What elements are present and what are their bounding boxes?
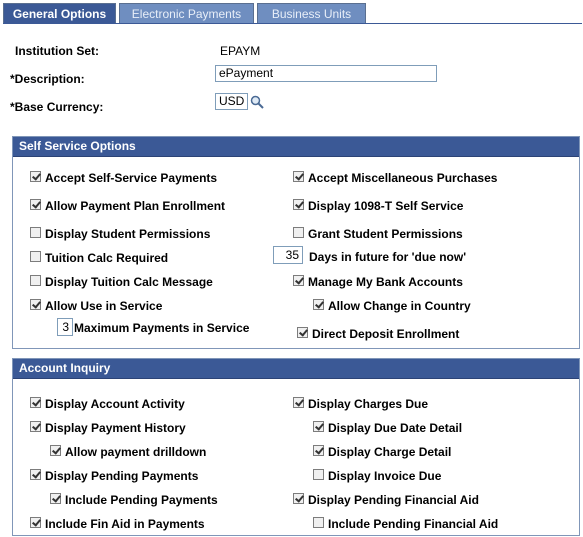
base-currency-label: *Base Currency: — [10, 100, 104, 114]
checkbox-label: Include Pending Financial Aid — [328, 516, 499, 531]
direct-deposit-enrollment[interactable]: Direct Deposit Enrollment — [297, 326, 459, 342]
checkbox-label: Display Student Permissions — [45, 226, 211, 241]
display-due-date-detail[interactable]: Display Due Date Detail — [313, 420, 462, 436]
checkbox[interactable] — [313, 421, 324, 433]
checkbox[interactable] — [30, 421, 41, 433]
display-student-permissions[interactable]: Display Student Permissions — [30, 226, 210, 242]
grant-student-permissions[interactable]: Grant Student Permissions — [293, 226, 463, 242]
accept-self-service-payments[interactable]: Accept Self-Service Payments — [30, 170, 217, 186]
checkbox-label: Display Due Date Detail — [328, 420, 463, 435]
days-future-label: Days in future for 'due now' — [309, 250, 467, 264]
checkbox[interactable] — [30, 199, 41, 211]
checkbox-label: Grant Student Permissions — [308, 226, 463, 241]
checkbox-label: Allow Change in Country — [328, 298, 471, 313]
include-pending-payments[interactable]: Include Pending Payments — [50, 492, 218, 508]
checkbox[interactable] — [293, 227, 304, 239]
display-account-activity[interactable]: Display Account Activity — [30, 396, 185, 412]
checkbox[interactable] — [293, 493, 304, 505]
max-payments-field[interactable]: 3 — [57, 318, 73, 336]
allow-use-in-service[interactable]: Allow Use in Service — [30, 298, 162, 314]
checkbox-label: Direct Deposit Enrollment — [312, 326, 460, 341]
display-tuition-calc-message[interactable]: Display Tuition Calc Message — [30, 274, 213, 290]
tab-divider — [3, 23, 582, 24]
max-payments-label: Maximum Payments in Service — [74, 321, 250, 335]
checkbox[interactable] — [50, 493, 61, 505]
checkbox-label: Display Pending Payments — [45, 468, 199, 483]
display-pending-payments[interactable]: Display Pending Payments — [30, 468, 198, 484]
checkbox[interactable] — [293, 199, 304, 211]
checkbox-label: Allow Use in Service — [45, 298, 163, 313]
checkbox-label: Tuition Calc Required — [45, 250, 169, 265]
checkbox[interactable] — [313, 445, 324, 457]
tab-business-units[interactable]: Business Units — [257, 3, 366, 23]
checkbox-label: Display Charges Due — [308, 396, 429, 411]
checkbox-label: Display Account Activity — [45, 396, 185, 411]
days-future-field[interactable]: 35 — [273, 246, 303, 264]
checkbox[interactable] — [313, 517, 324, 529]
account-inquiry-title: Account Inquiry — [13, 359, 579, 379]
checkbox-label: Accept Self-Service Payments — [45, 170, 218, 185]
manage-my-bank-accounts[interactable]: Manage My Bank Accounts — [293, 274, 463, 290]
checkbox-label: Accept Miscellaneous Purchases — [308, 170, 498, 185]
checkbox-label: Display 1098-T Self Service — [308, 198, 464, 213]
allow-change-in-country[interactable]: Allow Change in Country — [313, 298, 471, 314]
checkbox[interactable] — [50, 445, 61, 457]
description-field[interactable]: ePayment — [215, 65, 437, 82]
institution-set-label: Institution Set: — [15, 44, 99, 58]
checkbox[interactable] — [313, 469, 324, 481]
tab-electronic-payments[interactable]: Electronic Payments — [119, 3, 254, 23]
display-1098t-self-service[interactable]: Display 1098-T Self Service — [293, 198, 463, 214]
checkbox[interactable] — [30, 171, 41, 183]
display-charge-detail[interactable]: Display Charge Detail — [313, 444, 451, 460]
display-payment-history[interactable]: Display Payment History — [30, 420, 186, 436]
checkbox[interactable] — [313, 299, 324, 311]
tuition-calc-required[interactable]: Tuition Calc Required — [30, 250, 168, 266]
checkbox[interactable] — [293, 171, 304, 183]
checkbox[interactable] — [293, 275, 304, 287]
checkbox-label: Display Pending Financial Aid — [308, 492, 479, 507]
description-label: *Description: — [10, 72, 85, 86]
include-pending-financial-aid[interactable]: Include Pending Financial Aid — [313, 516, 498, 532]
allow-payment-plan-enrollment[interactable]: Allow Payment Plan Enrollment — [30, 198, 225, 214]
checkbox[interactable] — [30, 275, 41, 287]
checkbox-label: Allow Payment Plan Enrollment — [45, 198, 226, 213]
checkbox-label: Manage My Bank Accounts — [308, 274, 463, 289]
checkbox[interactable] — [30, 299, 41, 311]
checkbox[interactable] — [30, 251, 41, 263]
checkbox-label: Display Invoice Due — [328, 468, 442, 483]
include-fin-aid-in-payments[interactable]: Include Fin Aid in Payments — [30, 516, 205, 532]
display-charges-due[interactable]: Display Charges Due — [293, 396, 428, 412]
base-currency-field[interactable]: USD — [215, 93, 248, 110]
checkbox[interactable] — [297, 327, 308, 339]
checkbox-label: Include Pending Payments — [65, 492, 218, 507]
tab-general-options[interactable]: General Options — [3, 3, 116, 24]
magnifier-icon[interactable] — [250, 95, 264, 109]
accept-miscellaneous-purchases[interactable]: Accept Miscellaneous Purchases — [293, 170, 497, 186]
checkbox[interactable] — [30, 227, 41, 239]
checkbox-label: Display Tuition Calc Message — [45, 274, 213, 289]
self-service-options-group: Self Service Options — [12, 136, 580, 349]
display-invoice-due[interactable]: Display Invoice Due — [313, 468, 441, 484]
checkbox[interactable] — [30, 517, 41, 529]
checkbox-label: Include Fin Aid in Payments — [45, 516, 205, 531]
checkbox[interactable] — [30, 469, 41, 481]
institution-set-value: EPAYM — [220, 44, 261, 58]
checkbox-label: Display Payment History — [45, 420, 186, 435]
checkbox-label: Allow payment drilldown — [65, 444, 207, 459]
checkbox[interactable] — [30, 397, 41, 409]
allow-payment-drilldown[interactable]: Allow payment drilldown — [50, 444, 206, 460]
self-service-options-title: Self Service Options — [13, 137, 579, 157]
checkbox[interactable] — [293, 397, 304, 409]
display-pending-financial-aid[interactable]: Display Pending Financial Aid — [293, 492, 479, 508]
checkbox-label: Display Charge Detail — [328, 444, 452, 459]
